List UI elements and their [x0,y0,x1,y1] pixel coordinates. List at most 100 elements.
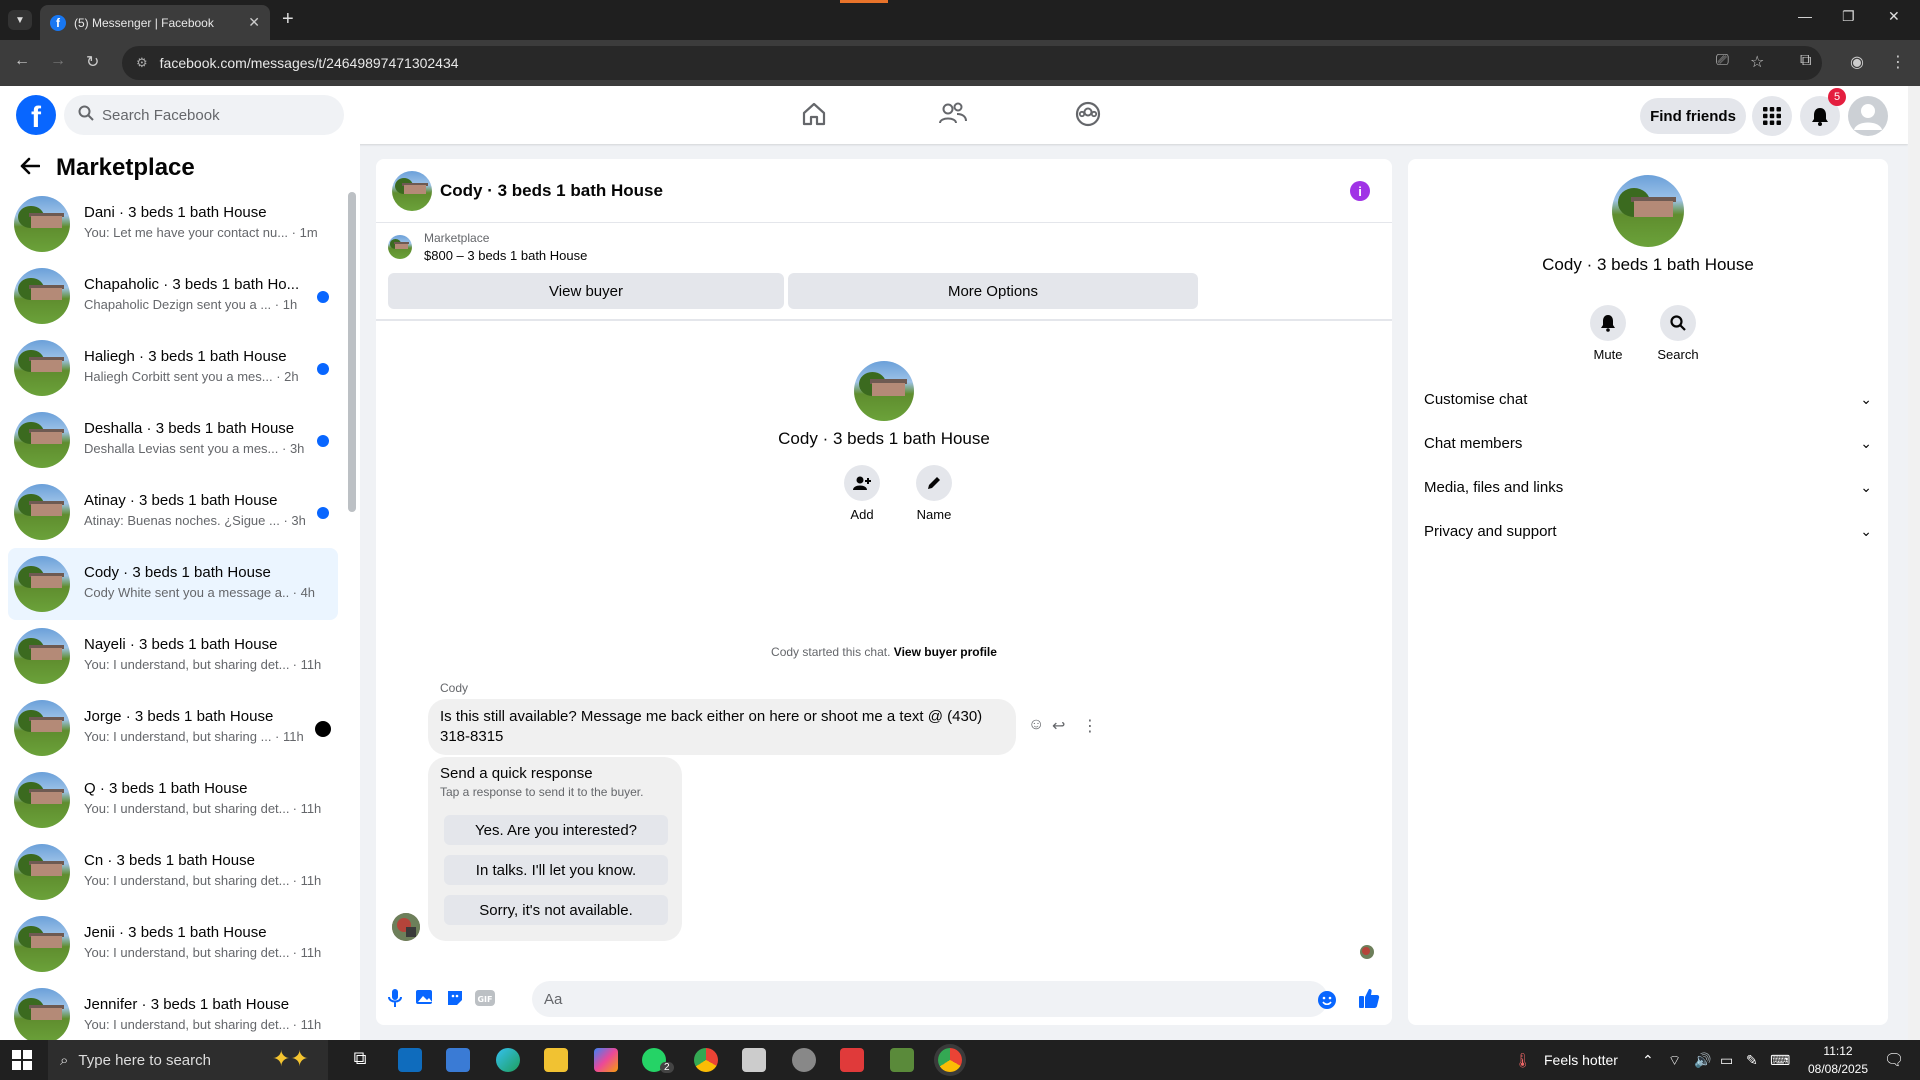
mute-button[interactable]: Mute [1578,305,1638,362]
site-info-icon[interactable]: ⚙ [136,55,148,71]
conversation-item[interactable]: Cn · 3 beds 1 bath House You: I understan… [8,836,338,908]
copilot-icon[interactable] [594,1048,618,1072]
battery-icon[interactable]: ▭ [1720,1052,1733,1069]
close-tab-icon[interactable]: ✕ [248,14,260,31]
conversation-item[interactable]: Deshalla · 3 beds 1 bath House Deshalla L… [8,404,338,476]
microsoft-store-icon[interactable] [446,1048,470,1072]
friends-icon[interactable] [938,100,968,130]
thumbs-up-icon[interactable] [1358,987,1380,1009]
microphone-icon[interactable] [384,987,406,1009]
clock-date[interactable]: 08/08/2025 [1800,1062,1876,1076]
name-chat-button[interactable]: Name [904,465,964,522]
more-actions-icon[interactable]: ⋮ [1082,716,1098,736]
chrome-active-icon[interactable] [938,1048,962,1072]
view-buyer-button[interactable]: View buyer [388,273,784,309]
new-tab-button[interactable]: + [282,8,294,31]
chat-title[interactable]: Cody · 3 beds 1 bath House [440,181,663,201]
tab-search-dropdown[interactable]: ▼ [8,10,32,30]
taskbar-search-input[interactable]: ⌕ Type here to search ✦✦ [48,1040,328,1080]
reply-icon[interactable]: ↩ [1052,716,1065,736]
conversation-info-icon[interactable]: i [1350,181,1370,201]
facebook-search-input[interactable]: Search Facebook [64,95,344,135]
chrome-icon[interactable] [694,1048,718,1072]
facebook-logo-icon[interactable]: f [16,95,56,135]
message-bubble[interactable]: Is this still available? Message me back… [428,699,1016,755]
browser-menu-icon[interactable]: ⋮ [1890,52,1906,72]
mute-bell-icon [1590,305,1626,341]
conversation-time: 11h [300,873,322,888]
sticker-icon[interactable] [444,987,466,1009]
conversation-item[interactable]: Q · 3 beds 1 bath House You: I understand… [8,764,338,836]
conversation-item[interactable]: Dani · 3 beds 1 bath House You: Let me ha… [8,188,338,260]
quick-reply-yes-button[interactable]: Yes. Are you interested? [444,815,668,845]
task-view-icon[interactable]: ⧉ [348,1048,372,1072]
notification-badge: 5 [1828,88,1846,106]
chat-avatar[interactable] [392,171,432,211]
edge-icon[interactable] [496,1048,520,1072]
more-options-button[interactable]: More Options [788,273,1198,309]
search-in-chat-button[interactable]: Search [1648,305,1708,362]
url-field[interactable]: ⚙ facebook.com/messages/t/24649897471302… [122,46,1822,80]
notification-center-icon[interactable]: 🗨 [1884,1050,1904,1070]
conversation-item[interactable]: Jenii · 3 beds 1 bath House You: I unders… [8,908,338,980]
tray-chevron-icon[interactable]: ⌃ [1642,1052,1654,1069]
close-window-icon[interactable]: ✕ [1888,8,1900,25]
install-app-icon[interactable]: ⎚ [1716,52,1729,70]
anydesk-icon[interactable] [840,1048,864,1072]
back-arrow-icon[interactable] [20,155,41,181]
menu-grid-icon[interactable] [1752,96,1792,136]
info-avatar[interactable] [1612,175,1684,247]
minimize-icon[interactable]: — [1798,8,1812,24]
conversation-item[interactable]: Cody · 3 beds 1 bath House Cody White sen… [8,548,338,620]
privacy-support-section[interactable]: Privacy and support ⌄ [1424,511,1872,551]
quick-reply-sorry-button[interactable]: Sorry, it's not available. [444,895,668,925]
message-input[interactable]: Aa [532,981,1328,1017]
account-avatar[interactable] [1848,96,1888,136]
reload-icon[interactable]: ↻ [86,52,99,72]
listing-price[interactable]: $800 – 3 beds 1 bath House [424,248,587,263]
windows-start-icon[interactable] [12,1050,32,1070]
groups-icon[interactable] [1074,100,1104,130]
pen-icon[interactable]: ✎ [1746,1052,1758,1069]
restore-icon[interactable]: ❐ [1842,8,1855,25]
forward-icon[interactable]: → [50,52,66,70]
keyboard-icon[interactable]: ⌨ [1770,1052,1790,1069]
minecraft-icon[interactable] [890,1048,914,1072]
clock-time[interactable]: 11:12 [1808,1044,1868,1058]
react-emoji-icon[interactable]: ☺ [1028,716,1044,734]
bookmark-star-icon[interactable]: ☆ [1750,52,1764,72]
weather-text[interactable]: Feels hotter [1544,1052,1618,1068]
listing-thumbnail[interactable] [388,235,412,259]
volume-icon[interactable]: 🔊 [1694,1052,1711,1069]
conversation-name: Q · 3 beds 1 bath House [84,780,248,797]
attach-image-icon[interactable] [414,987,436,1009]
profile-icon[interactable]: ◉ [1850,52,1864,72]
sidebar-scrollbar[interactable] [348,192,356,512]
app-icon[interactable] [742,1048,766,1072]
network-icon[interactable]: ⌔ [1668,1052,1681,1070]
conversation-item[interactable]: Nayeli · 3 beds 1 bath House You: I under… [8,620,338,692]
outlook-icon[interactable] [398,1048,422,1072]
page-scrollbar[interactable] [1908,86,1920,1040]
emoji-icon[interactable] [1316,989,1338,1011]
gif-icon[interactable]: GIF [474,987,496,1009]
home-icon[interactable] [800,100,830,130]
conversation-item[interactable]: Chapaholic · 3 beds 1 bath Ho... Chapahol… [8,260,338,332]
quick-reply-in-talks-button[interactable]: In talks. I'll let you know. [444,855,668,885]
customise-chat-section[interactable]: Customise chat ⌄ [1424,379,1872,419]
chatgpt-icon[interactable] [792,1048,816,1072]
file-explorer-icon[interactable] [544,1048,568,1072]
view-buyer-profile-link[interactable]: View buyer profile [894,645,997,659]
media-files-links-section[interactable]: Media, files and links ⌄ [1424,467,1872,507]
find-friends-button[interactable]: Find friends [1640,98,1746,134]
conversation-item[interactable]: Atinay · 3 beds 1 bath House Atinay: Buen… [8,476,338,548]
browser-tab-messenger[interactable]: f (5) Messenger | Facebook ✕ [40,5,270,40]
back-icon[interactable]: ← [14,52,30,70]
add-person-button[interactable]: Add [832,465,892,522]
chat-members-section[interactable]: Chat members ⌄ [1424,423,1872,463]
conversation-item[interactable]: Jorge · 3 beds 1 bath House You: I unders… [8,692,338,764]
section-label: Chat members [1424,434,1523,452]
conversation-item[interactable]: Haliegh · 3 beds 1 bath House Haliegh Cor… [8,332,338,404]
extensions-icon[interactable]: ⧉ [1800,52,1811,70]
conversation-avatar [14,988,70,1044]
